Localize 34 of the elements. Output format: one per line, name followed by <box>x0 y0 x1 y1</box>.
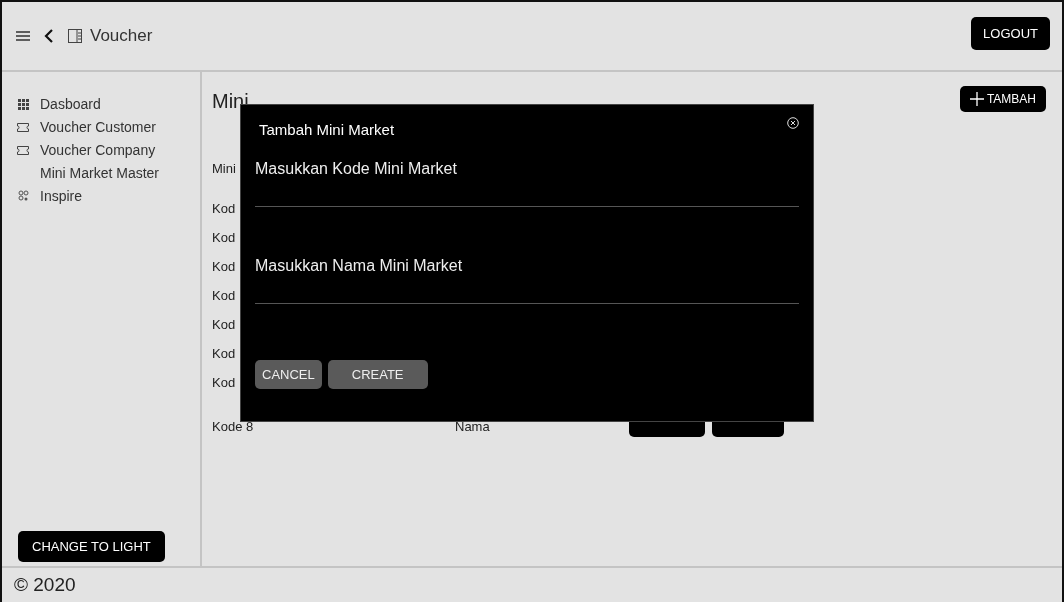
table-cell: Kod <box>212 317 236 332</box>
theme-toggle-button[interactable]: CHANGE TO LIGHT <box>18 531 165 562</box>
sidebar-item[interactable]: Inspire <box>40 188 83 204</box>
close-icon[interactable] <box>787 117 799 129</box>
logout-button[interactable]: LOGOUT <box>971 16 1050 50</box>
dialog-title: Tambah Mini Market <box>259 121 395 138</box>
window-icon <box>68 29 82 43</box>
grid-icon <box>17 98 29 110</box>
table-cell: Kod <box>212 259 236 274</box>
copyright: © 2020 <box>2 566 1062 602</box>
create-button[interactable]: CREATE <box>327 360 428 389</box>
ticket-icon <box>17 122 29 132</box>
table-cell: Kod <box>212 288 236 303</box>
input-field[interactable]: Masukkan Nama Mini Market <box>255 247 799 304</box>
sidebar-item[interactable]: Voucher Customer <box>40 119 156 135</box>
table-cell: Kod <box>212 230 236 245</box>
menu-icon[interactable] <box>16 30 30 42</box>
sidebar-item[interactable]: Mini Market Master <box>40 165 160 181</box>
table-cell: Kod <box>212 346 236 361</box>
plus-icon <box>969 92 984 106</box>
cancel-button[interactable]: CANCEL <box>255 360 322 389</box>
table-cell-text: Kode 8 <box>212 419 255 434</box>
sidebar-item[interactable]: Voucher Company <box>40 142 156 158</box>
list-label: Mini <box>212 161 236 176</box>
sidebar-item[interactable]: Dasboard <box>40 96 101 112</box>
ticket-icon <box>17 145 29 155</box>
table-cell: Kod <box>212 201 236 216</box>
cluster-icon <box>17 190 29 202</box>
app-title: Voucher <box>90 26 153 46</box>
table-cell-text: Nama <box>455 419 491 434</box>
table-cell: Kod <box>212 375 236 390</box>
back-icon[interactable] <box>44 29 54 43</box>
add-button[interactable]: TAMBAH <box>959 86 1046 112</box>
input-field[interactable]: Masukkan Kode Mini Market <box>255 150 799 207</box>
